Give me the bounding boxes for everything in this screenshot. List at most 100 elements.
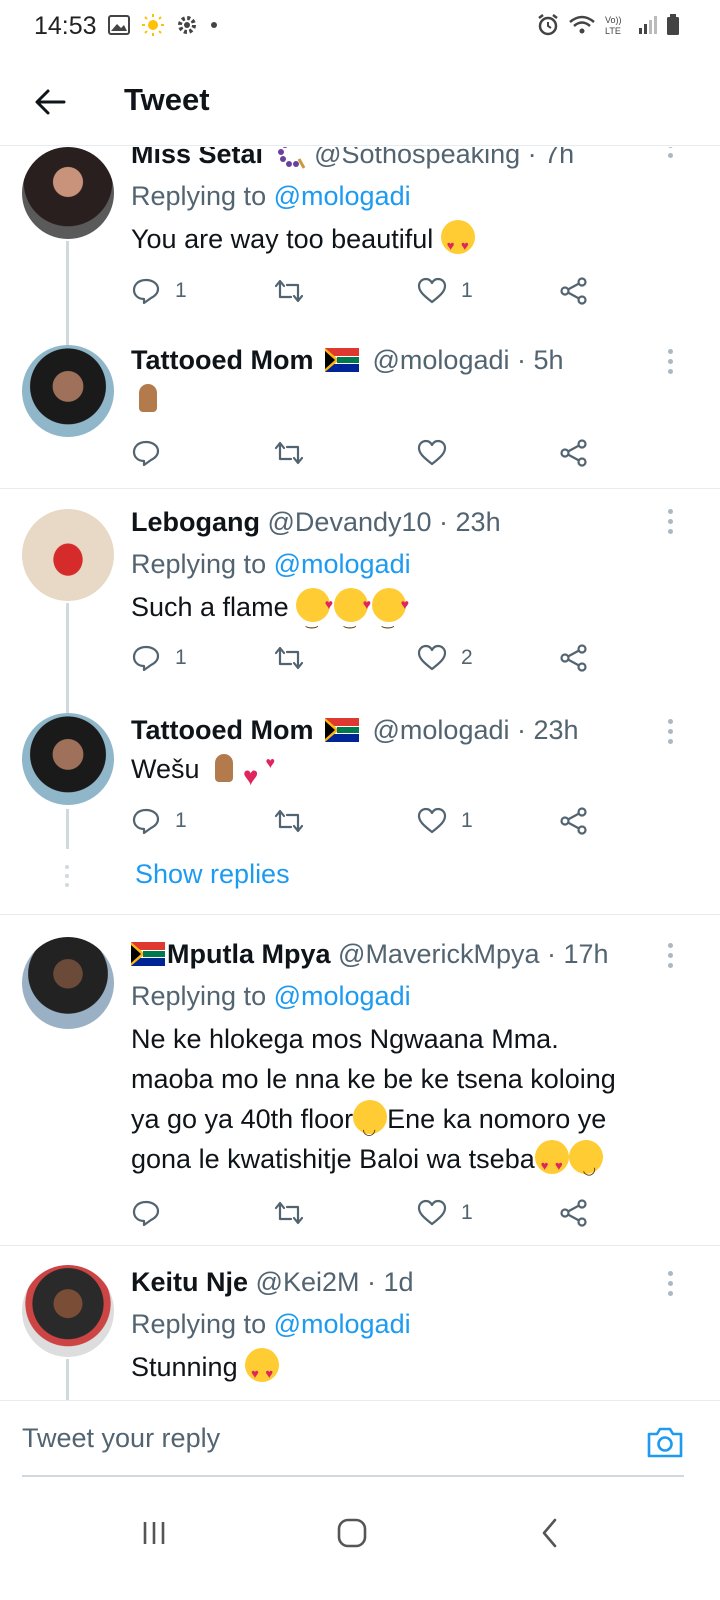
display-name[interactable]: Miss Setai bbox=[131, 147, 263, 169]
avatar[interactable] bbox=[22, 147, 114, 239]
reply-count: 1 bbox=[175, 809, 187, 832]
tweet-time: · 23h bbox=[439, 507, 501, 537]
heart-icon bbox=[417, 644, 447, 671]
tweet-actions bbox=[131, 435, 631, 471]
avatar[interactable] bbox=[22, 937, 114, 1029]
reply-button[interactable] bbox=[131, 1195, 161, 1231]
signal-icon bbox=[639, 16, 657, 34]
replies-feed[interactable]: Miss Setai @Sothospeaking · 7h Replying … bbox=[0, 147, 720, 1400]
reply-icon bbox=[132, 278, 160, 305]
battery-icon bbox=[667, 14, 679, 35]
share-icon bbox=[560, 1199, 587, 1227]
system-back-button[interactable] bbox=[520, 1508, 580, 1558]
avatar[interactable] bbox=[22, 345, 114, 437]
more-options-button[interactable] bbox=[660, 717, 680, 747]
tweet-text-line: ya go ya 40th floor bbox=[131, 1104, 354, 1134]
mention-link[interactable]: @mologadi bbox=[274, 181, 411, 211]
status-time: 14:53 bbox=[34, 12, 97, 40]
top-app-bar: Tweet bbox=[0, 60, 720, 146]
more-options-button[interactable] bbox=[660, 507, 680, 537]
retweet-button[interactable] bbox=[273, 273, 305, 309]
tweet-text-line: Ene ka nomoro ye bbox=[387, 1104, 607, 1134]
tweet-header: Lebogang @Devandy10 · 23h bbox=[131, 505, 680, 539]
retweet-button[interactable] bbox=[273, 803, 305, 839]
reply-count: 1 bbox=[175, 279, 187, 302]
replying-label: Replying to bbox=[131, 981, 267, 1011]
tweet-text: Ne ke hlokega mos Ngwaana Mma. maoba mo … bbox=[131, 1019, 680, 1186]
share-button[interactable] bbox=[559, 1195, 589, 1231]
display-name[interactable]: Tattooed Mom bbox=[131, 715, 313, 745]
like-count: 1 bbox=[461, 809, 473, 832]
heart-icon bbox=[417, 439, 447, 466]
avatar[interactable] bbox=[22, 713, 114, 805]
alarm-icon bbox=[538, 14, 558, 36]
tweet-header: Keitu Nje @Kei2M · 1d bbox=[131, 1265, 680, 1299]
retweet-button[interactable] bbox=[273, 435, 305, 471]
avatar[interactable] bbox=[22, 509, 114, 601]
thread-line bbox=[66, 603, 69, 715]
tweet-item[interactable]: Keitu Nje @Kei2M · 1d Replying to @molog… bbox=[0, 1265, 720, 1400]
page-title: Tweet bbox=[124, 82, 210, 117]
tweet-time: · 5h bbox=[517, 345, 564, 375]
like-count: 1 bbox=[461, 1201, 473, 1224]
reply-button[interactable]: 1 bbox=[131, 803, 187, 839]
more-options-button[interactable] bbox=[660, 941, 680, 971]
user-handle[interactable]: @MaverickMpya bbox=[338, 939, 539, 969]
share-icon bbox=[560, 807, 587, 835]
share-button[interactable] bbox=[559, 640, 589, 676]
user-handle[interactable]: @mologadi bbox=[373, 345, 510, 375]
tweet-item[interactable]: Mputla Mpya @MaverickMpya · 17h Replying… bbox=[0, 937, 720, 1237]
reply-button[interactable]: 1 bbox=[131, 273, 187, 309]
share-button[interactable] bbox=[559, 803, 589, 839]
settings-gear-icon bbox=[178, 16, 196, 34]
more-options-button[interactable] bbox=[660, 1269, 680, 1299]
recent-apps-button[interactable] bbox=[124, 1508, 184, 1558]
retweet-icon bbox=[274, 809, 304, 833]
share-button[interactable] bbox=[559, 273, 589, 309]
wifi-icon bbox=[569, 15, 595, 34]
tweet-time: · 23h bbox=[517, 715, 579, 745]
reply-input[interactable]: Tweet your reply bbox=[22, 1423, 220, 1454]
display-name[interactable]: Keitu Nje bbox=[131, 1267, 248, 1297]
tweet-item[interactable]: Tattooed Mom @mologadi · 23h Wešu 1 1 bbox=[0, 713, 720, 863]
camera-button[interactable] bbox=[646, 1425, 684, 1459]
tweet-item[interactable]: Miss Setai @Sothospeaking · 7h Replying … bbox=[0, 147, 720, 351]
reply-button[interactable] bbox=[131, 435, 161, 471]
svg-text:Vo)): Vo)) bbox=[605, 15, 622, 25]
back-button[interactable] bbox=[28, 80, 72, 124]
more-options-button[interactable] bbox=[660, 147, 680, 171]
mention-link[interactable]: @mologadi bbox=[274, 981, 411, 1011]
display-name[interactable]: Mputla Mpya bbox=[167, 939, 331, 969]
rolling-laughing-emoji-icon bbox=[564, 1135, 608, 1179]
user-handle[interactable]: @Kei2M bbox=[256, 1267, 360, 1297]
retweet-button[interactable] bbox=[273, 640, 305, 676]
like-button[interactable] bbox=[417, 435, 447, 471]
mention-link[interactable]: @mologadi bbox=[274, 1309, 411, 1339]
mention-link[interactable]: @mologadi bbox=[274, 549, 411, 579]
reply-button[interactable]: 1 bbox=[131, 640, 187, 676]
user-handle[interactable]: @mologadi bbox=[373, 715, 510, 745]
reply-count: 1 bbox=[175, 646, 187, 669]
south-africa-flag-emoji-icon bbox=[131, 942, 165, 966]
like-count: 2 bbox=[461, 646, 473, 669]
tweet-header: Mputla Mpya @MaverickMpya · 17h bbox=[131, 937, 680, 971]
like-button[interactable]: 2 bbox=[417, 640, 473, 676]
share-button[interactable] bbox=[559, 435, 589, 471]
retweet-button[interactable] bbox=[273, 1195, 305, 1231]
display-name[interactable]: Tattooed Mom bbox=[131, 345, 313, 375]
display-name[interactable]: Lebogang bbox=[131, 507, 260, 537]
like-count: 1 bbox=[461, 279, 473, 302]
more-options-button[interactable] bbox=[660, 347, 680, 377]
show-replies-link[interactable]: Show replies bbox=[135, 859, 290, 890]
tweet-header: Tattooed Mom @mologadi · 23h bbox=[131, 713, 680, 747]
avatar[interactable] bbox=[22, 1265, 114, 1357]
tweet-item[interactable]: Tattooed Mom @mologadi · 5h bbox=[0, 341, 720, 487]
like-button[interactable]: 1 bbox=[417, 803, 473, 839]
like-button[interactable]: 1 bbox=[417, 1195, 473, 1231]
user-handle[interactable]: @Devandy10 bbox=[268, 507, 432, 537]
like-button[interactable]: 1 bbox=[417, 273, 473, 309]
user-handle[interactable]: @Sothospeaking bbox=[314, 147, 520, 169]
home-button[interactable] bbox=[322, 1508, 382, 1558]
tweet-text-line: Ne ke hlokega mos Ngwaana Mma. bbox=[131, 1024, 559, 1054]
heart-eyes-emoji-icon bbox=[440, 220, 475, 266]
